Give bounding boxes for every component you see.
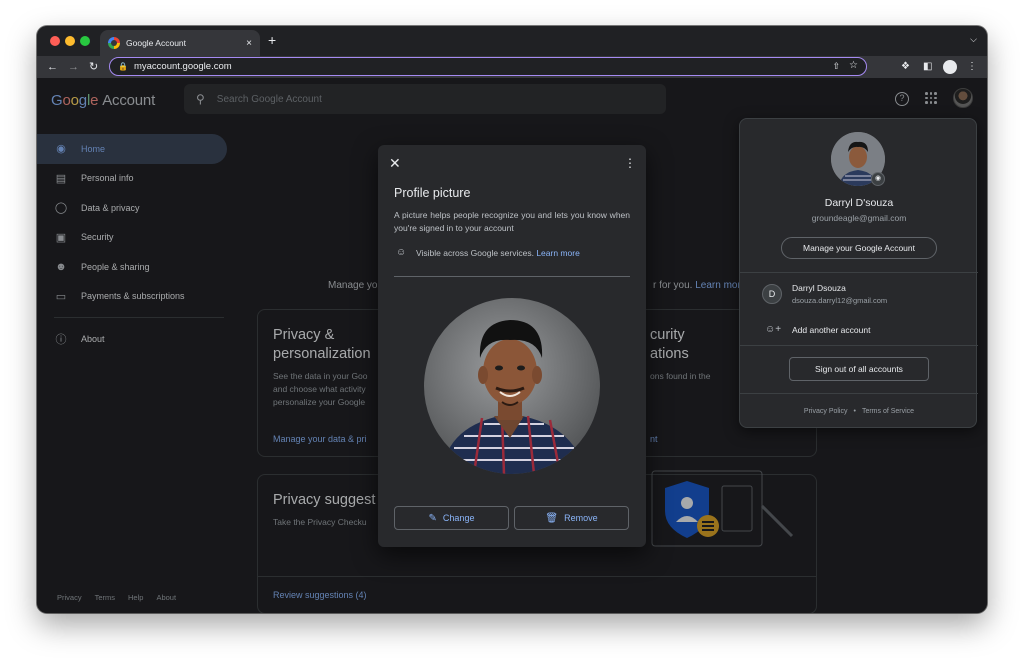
dialog-description: A picture helps people recognize you and… [394, 210, 630, 233]
popup-divider [740, 393, 978, 394]
google-favicon-icon [108, 37, 120, 49]
visibility-text: Visible across Google services. [416, 248, 534, 258]
profile-picture-dialog: ✕ ⋮ Profile picture A picture helps peop… [378, 145, 646, 547]
change-button-label: Change [442, 513, 475, 523]
sign-out-all-button[interactable]: Sign out of all accounts [789, 357, 929, 381]
remove-button-label: Remove [564, 513, 598, 523]
learn-more-link[interactable]: Learn more [536, 248, 579, 258]
dialog-title: Profile picture [394, 186, 471, 200]
close-window-button[interactable] [50, 36, 60, 46]
camera-icon[interactable]: ◉ [871, 172, 885, 186]
tab-close-icon[interactable]: × [246, 38, 252, 49]
dialog-divider [394, 276, 630, 277]
popup-footer: Privacy Policy • Terms of Service [740, 408, 978, 415]
new-tab-button[interactable]: + [268, 32, 276, 48]
remove-photo-button[interactable]: 🗑 Remove [514, 506, 629, 530]
account-name: Darryl D'souza [824, 197, 894, 209]
reload-icon[interactable]: ↻ [89, 60, 98, 74]
lock-icon[interactable]: 🔒 [118, 62, 128, 71]
zoom-window-button[interactable] [80, 36, 90, 46]
tab-google-account[interactable]: Google Account × [100, 30, 260, 56]
bookmark-star-icon[interactable]: ☆ [849, 60, 858, 71]
add-account-label: Add another account [792, 325, 871, 335]
other-account-avatar: D [762, 284, 782, 304]
visibility-note: Visible across Google services. Learn mo… [416, 248, 580, 258]
google-account-page: Google Account ⚲ Search Google Account ? … [37, 78, 987, 613]
people-icon: ☺ [396, 247, 407, 258]
minimize-window-button[interactable] [65, 36, 75, 46]
tab-strip: Google Account × + ⌵ [37, 26, 987, 56]
manage-account-button[interactable]: Manage your Google Account [781, 237, 937, 259]
tab-title: Google Account [126, 38, 187, 48]
profile-photo-preview [424, 298, 600, 474]
close-icon[interactable]: ✕ [389, 155, 401, 171]
terms-of-service-link[interactable]: Terms of Service [862, 408, 914, 415]
account-email: groundeagle@gmail.com [811, 213, 907, 223]
browser-menu-icon[interactable]: ⋮ [967, 60, 977, 74]
change-photo-button[interactable]: ✎ Change [394, 506, 509, 530]
popup-divider [740, 272, 978, 273]
privacy-policy-link[interactable]: Privacy Policy [804, 408, 848, 415]
pencil-icon: ✎ [428, 512, 437, 524]
back-arrow-icon[interactable]: ← [47, 60, 58, 74]
trash-icon: 🗑 [545, 512, 559, 524]
popup-divider [740, 345, 978, 346]
more-options-icon[interactable]: ⋮ [624, 156, 636, 170]
browser-toolbar: ← → ↻ 🔒 myaccount.google.com ⇧ ☆ ❖ ◧ ⋮ [37, 56, 987, 78]
url-text: myaccount.google.com [133, 61, 232, 72]
browser-profile-avatar[interactable] [943, 60, 957, 74]
account-popup: ◉ Darryl D'souza groundeagle@gmail.com M… [739, 118, 978, 428]
separator-dot: • [853, 408, 856, 415]
share-icon[interactable]: ⇧ [832, 61, 840, 72]
add-person-icon: ☺+ [765, 324, 782, 335]
other-account-email: dsouza.darryl12@gmail.com [792, 296, 888, 305]
address-bar[interactable]: 🔒 myaccount.google.com ⇧ ☆ [109, 57, 867, 76]
browser-window: Google Account × + ⌵ ← → ↻ 🔒 myaccount.g… [37, 26, 987, 613]
other-account-name: Darryl Dsouza [792, 283, 846, 293]
side-panel-icon[interactable]: ◧ [923, 60, 932, 74]
tab-search-icon[interactable]: ⌵ [970, 34, 977, 45]
extensions-puzzle-icon[interactable]: ❖ [901, 60, 910, 74]
forward-arrow-icon[interactable]: → [68, 60, 79, 74]
